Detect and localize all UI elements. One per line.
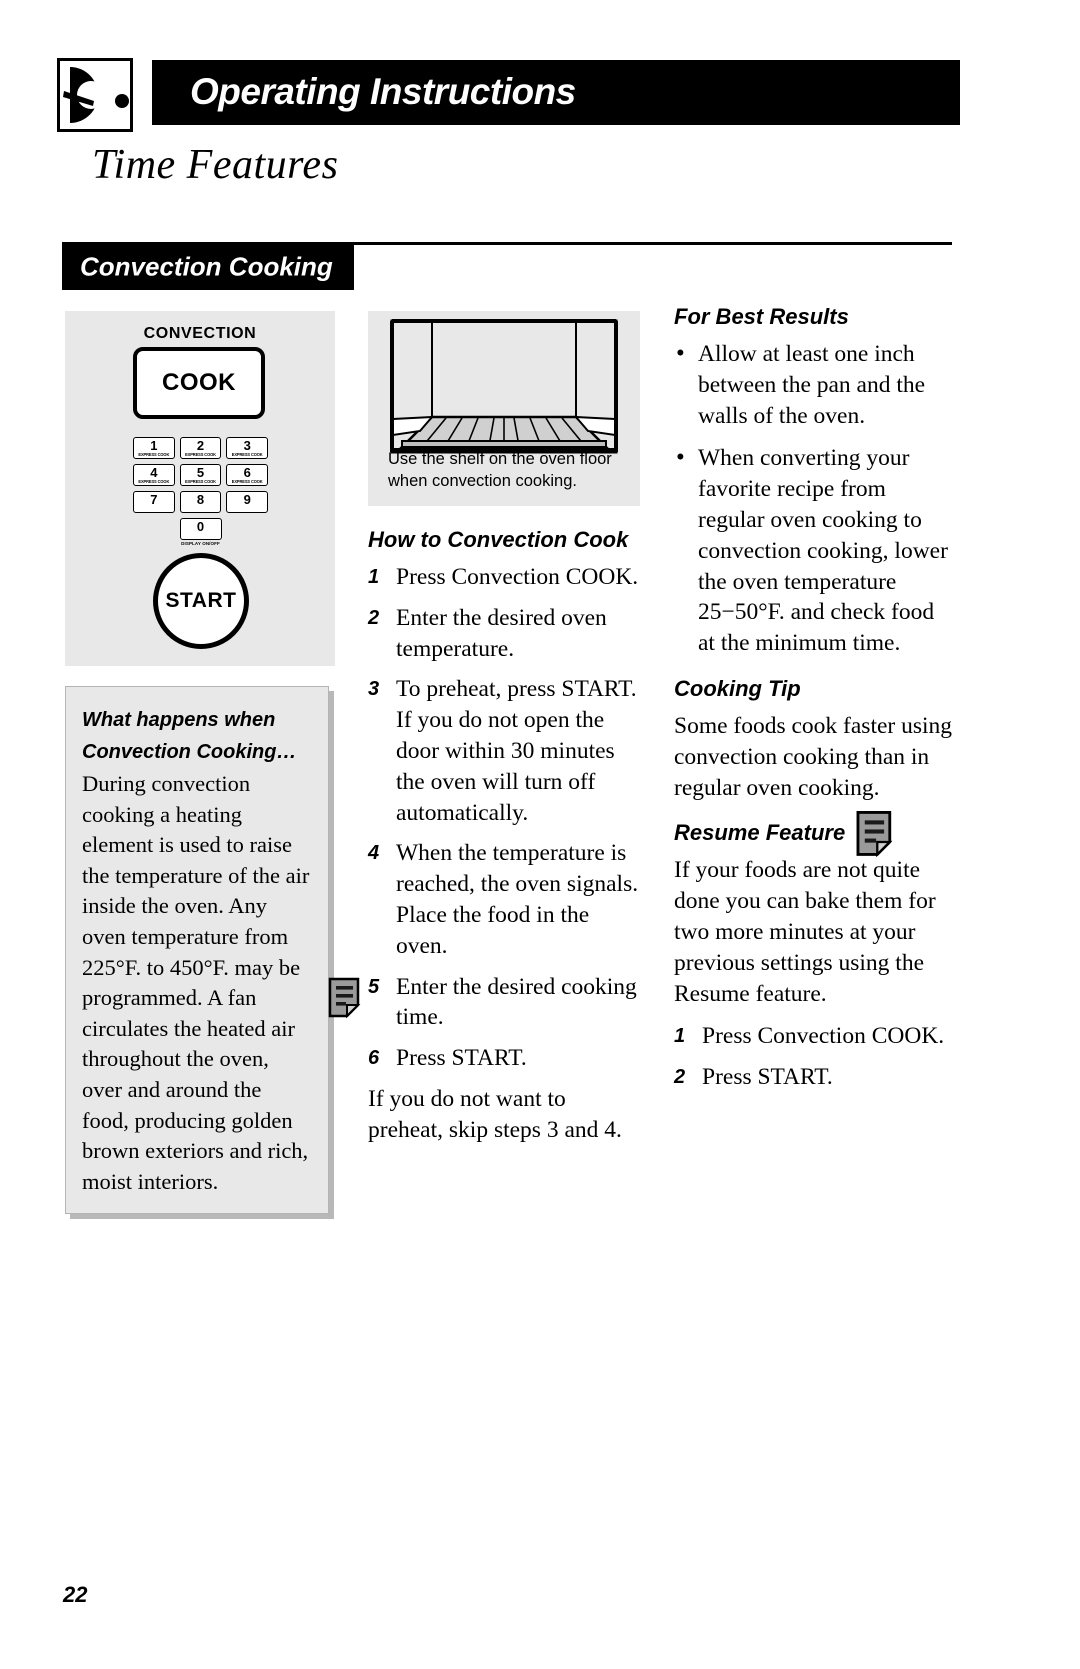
- step-text: Press Convection COOK.: [396, 564, 639, 590]
- key-5[interactable]: 5 EXPRESS COOK: [179, 464, 222, 486]
- key-4-sublabel: EXPRESS COOK: [138, 478, 170, 485]
- key-6-sublabel: EXPRESS COOK: [231, 478, 263, 485]
- key-4-digit: 4: [150, 465, 158, 480]
- key-1-digit: 1: [150, 438, 158, 453]
- key-3-sublabel: EXPRESS COOK: [231, 451, 263, 458]
- step-number: 6: [368, 1047, 380, 1070]
- bullet-dot-icon: •: [676, 444, 685, 472]
- key-7-digit: 7: [150, 492, 158, 507]
- page-title: Time Features: [92, 142, 339, 188]
- header-title: Operating Instructions: [190, 70, 576, 112]
- key-5-digit: 5: [196, 465, 205, 480]
- step-text: Enter the desired cooking time.: [396, 973, 637, 1031]
- key-0[interactable]: 0: [179, 518, 222, 540]
- resume-step: 2 Press START.: [674, 1062, 954, 1093]
- bullet-text: Allow at least one inch between the pan …: [698, 341, 926, 429]
- convection-cook-button[interactable]: COOK: [133, 347, 265, 419]
- how-to-step: 6 Press START.: [368, 1043, 643, 1074]
- step-number: 5: [368, 975, 380, 998]
- header-banner: Operating Instructions: [152, 60, 960, 125]
- step-number: 2: [674, 1066, 686, 1089]
- oven-figure-caption: Use the shelf on the oven floor when con…: [388, 450, 612, 490]
- middle-column: Use the shelf on the oven floor when con…: [328, 311, 643, 1158]
- step-number: 2: [368, 606, 380, 629]
- key-0-sublabel: DISPLAY ON/OFF: [181, 541, 220, 546]
- how-to-step: 3 To preheat, press START. If you do not…: [368, 674, 643, 828]
- key-2-digit: 2: [196, 438, 205, 453]
- resume-feature-steps-list: 1 Press Convection COOK. 2 Press START.: [674, 1021, 954, 1093]
- key-7[interactable]: 7: [133, 491, 175, 513]
- key-6[interactable]: 6 EXPRESS COOK: [226, 464, 269, 486]
- section-tab-label: Convection Cooking: [80, 250, 333, 281]
- resume-feature-heading: Resume Feature: [674, 820, 846, 846]
- step-number: 1: [368, 566, 380, 588]
- oven-interior-shelf-illustration: Use the shelf on the oven floor when con…: [368, 311, 640, 506]
- bullet-dot-icon: •: [676, 340, 685, 367]
- key-5-sublabel: EXPRESS COOK: [185, 478, 216, 485]
- step-text: Press START.: [702, 1064, 833, 1091]
- how-to-step: 5 Enter the desired cooking time.: [328, 972, 643, 1034]
- bullet-text: When converting your favorite recipe fro…: [698, 445, 948, 657]
- cooking-tip-heading: Cooking Tip: [674, 675, 801, 701]
- keypad-row: 1 EXPRESS COOK 2 EXPRESS COOK 3 EXPRESS …: [133, 437, 269, 459]
- cooking-tip-body: Some foods cook faster using convection …: [674, 712, 953, 801]
- number-keypad: 1 EXPRESS COOK 2 EXPRESS COOK 3 EXPRESS …: [133, 437, 269, 547]
- step-number: 3: [368, 678, 380, 701]
- key-2[interactable]: 2 EXPRESS COOK: [179, 437, 222, 459]
- how-to-steps-list: 1 Press Convection COOK. 2 Enter the des…: [328, 562, 643, 1074]
- right-column: For Best Results • Allow at least one in…: [674, 303, 954, 1103]
- key-3[interactable]: 3 EXPRESS COOK: [226, 437, 269, 459]
- keypad-row: 4 EXPRESS COOK 5 EXPRESS COOK 6 EXPRESS …: [133, 464, 269, 486]
- what-happens-info-box: What happens when Convection Cooking… Du…: [65, 686, 329, 1215]
- key-9[interactable]: 9: [226, 491, 269, 513]
- how-to-step: 4 When the temperature is reached, the o…: [368, 838, 643, 961]
- step-text: Press START.: [396, 1045, 527, 1072]
- info-box-body: During convection cooking a heating elem…: [82, 771, 310, 1194]
- note-page-icon: [325, 976, 365, 1029]
- key-2-sublabel: EXPRESS COOK: [185, 451, 216, 458]
- section-tab: Convection Cooking: [62, 245, 354, 290]
- key-9-digit: 9: [243, 492, 251, 507]
- how-to-step: 2 Enter the desired oven temperature.: [368, 603, 643, 665]
- key-8[interactable]: 8: [179, 491, 222, 513]
- start-button[interactable]: START: [153, 553, 249, 649]
- resume-feature-body: If your foods are not quite done you can…: [674, 857, 936, 1007]
- step-text: Press Convection COOK.: [702, 1023, 945, 1050]
- step-text: To preheat, press START. If you do not o…: [396, 676, 637, 826]
- page-number: 22: [63, 1582, 88, 1607]
- info-box-title-line2: Convection Cooking…: [82, 741, 297, 763]
- keypad-row-zero: 0 DISPLAY ON/OFF: [133, 518, 268, 547]
- best-results-bullet: • Allow at least one inch between the pa…: [674, 339, 954, 431]
- how-to-heading: How to Convection Cook: [368, 527, 629, 552]
- left-column: CONVECTION COOK 1 EXPRESS COOK 2 EXPRESS…: [65, 311, 335, 1215]
- best-results-bullet: • When converting your favorite recipe f…: [674, 443, 954, 659]
- note-page-icon: [852, 809, 898, 864]
- oven-knob-icon: [57, 58, 133, 132]
- best-results-heading: For Best Results: [674, 304, 849, 329]
- resume-step: 1 Press Convection COOK.: [674, 1021, 954, 1052]
- key-0-digit: 0: [196, 519, 205, 534]
- control-panel-figure: CONVECTION COOK 1 EXPRESS COOK 2 EXPRESS…: [65, 311, 335, 666]
- page-header: Operating Instructions: [0, 0, 1080, 140]
- key-1-sublabel: EXPRESS COOK: [138, 451, 170, 458]
- step-number: 1: [674, 1025, 686, 1048]
- how-to-step: 1 Press Convection COOK.: [368, 562, 643, 593]
- step-text: When the temperature is reached, the ove…: [396, 840, 639, 959]
- resume-feature-header-row: Resume Feature: [674, 811, 954, 858]
- step-text: Enter the desired oven temperature.: [396, 604, 607, 662]
- keypad-row: 7 8 9: [133, 491, 269, 513]
- key-3-digit: 3: [243, 438, 251, 453]
- key-8-digit: 8: [196, 492, 205, 507]
- key-4[interactable]: 4 EXPRESS COOK: [133, 464, 175, 486]
- step-number: 4: [368, 842, 380, 865]
- best-results-list: • Allow at least one inch between the pa…: [674, 339, 954, 659]
- key-1[interactable]: 1 EXPRESS COOK: [133, 437, 175, 459]
- how-to-closing-note: If you do not want to preheat, skip step…: [368, 1085, 622, 1143]
- convection-label: CONVECTION: [143, 325, 257, 342]
- info-box-title-line1: What happens when: [82, 709, 276, 731]
- key-6-digit: 6: [243, 465, 251, 480]
